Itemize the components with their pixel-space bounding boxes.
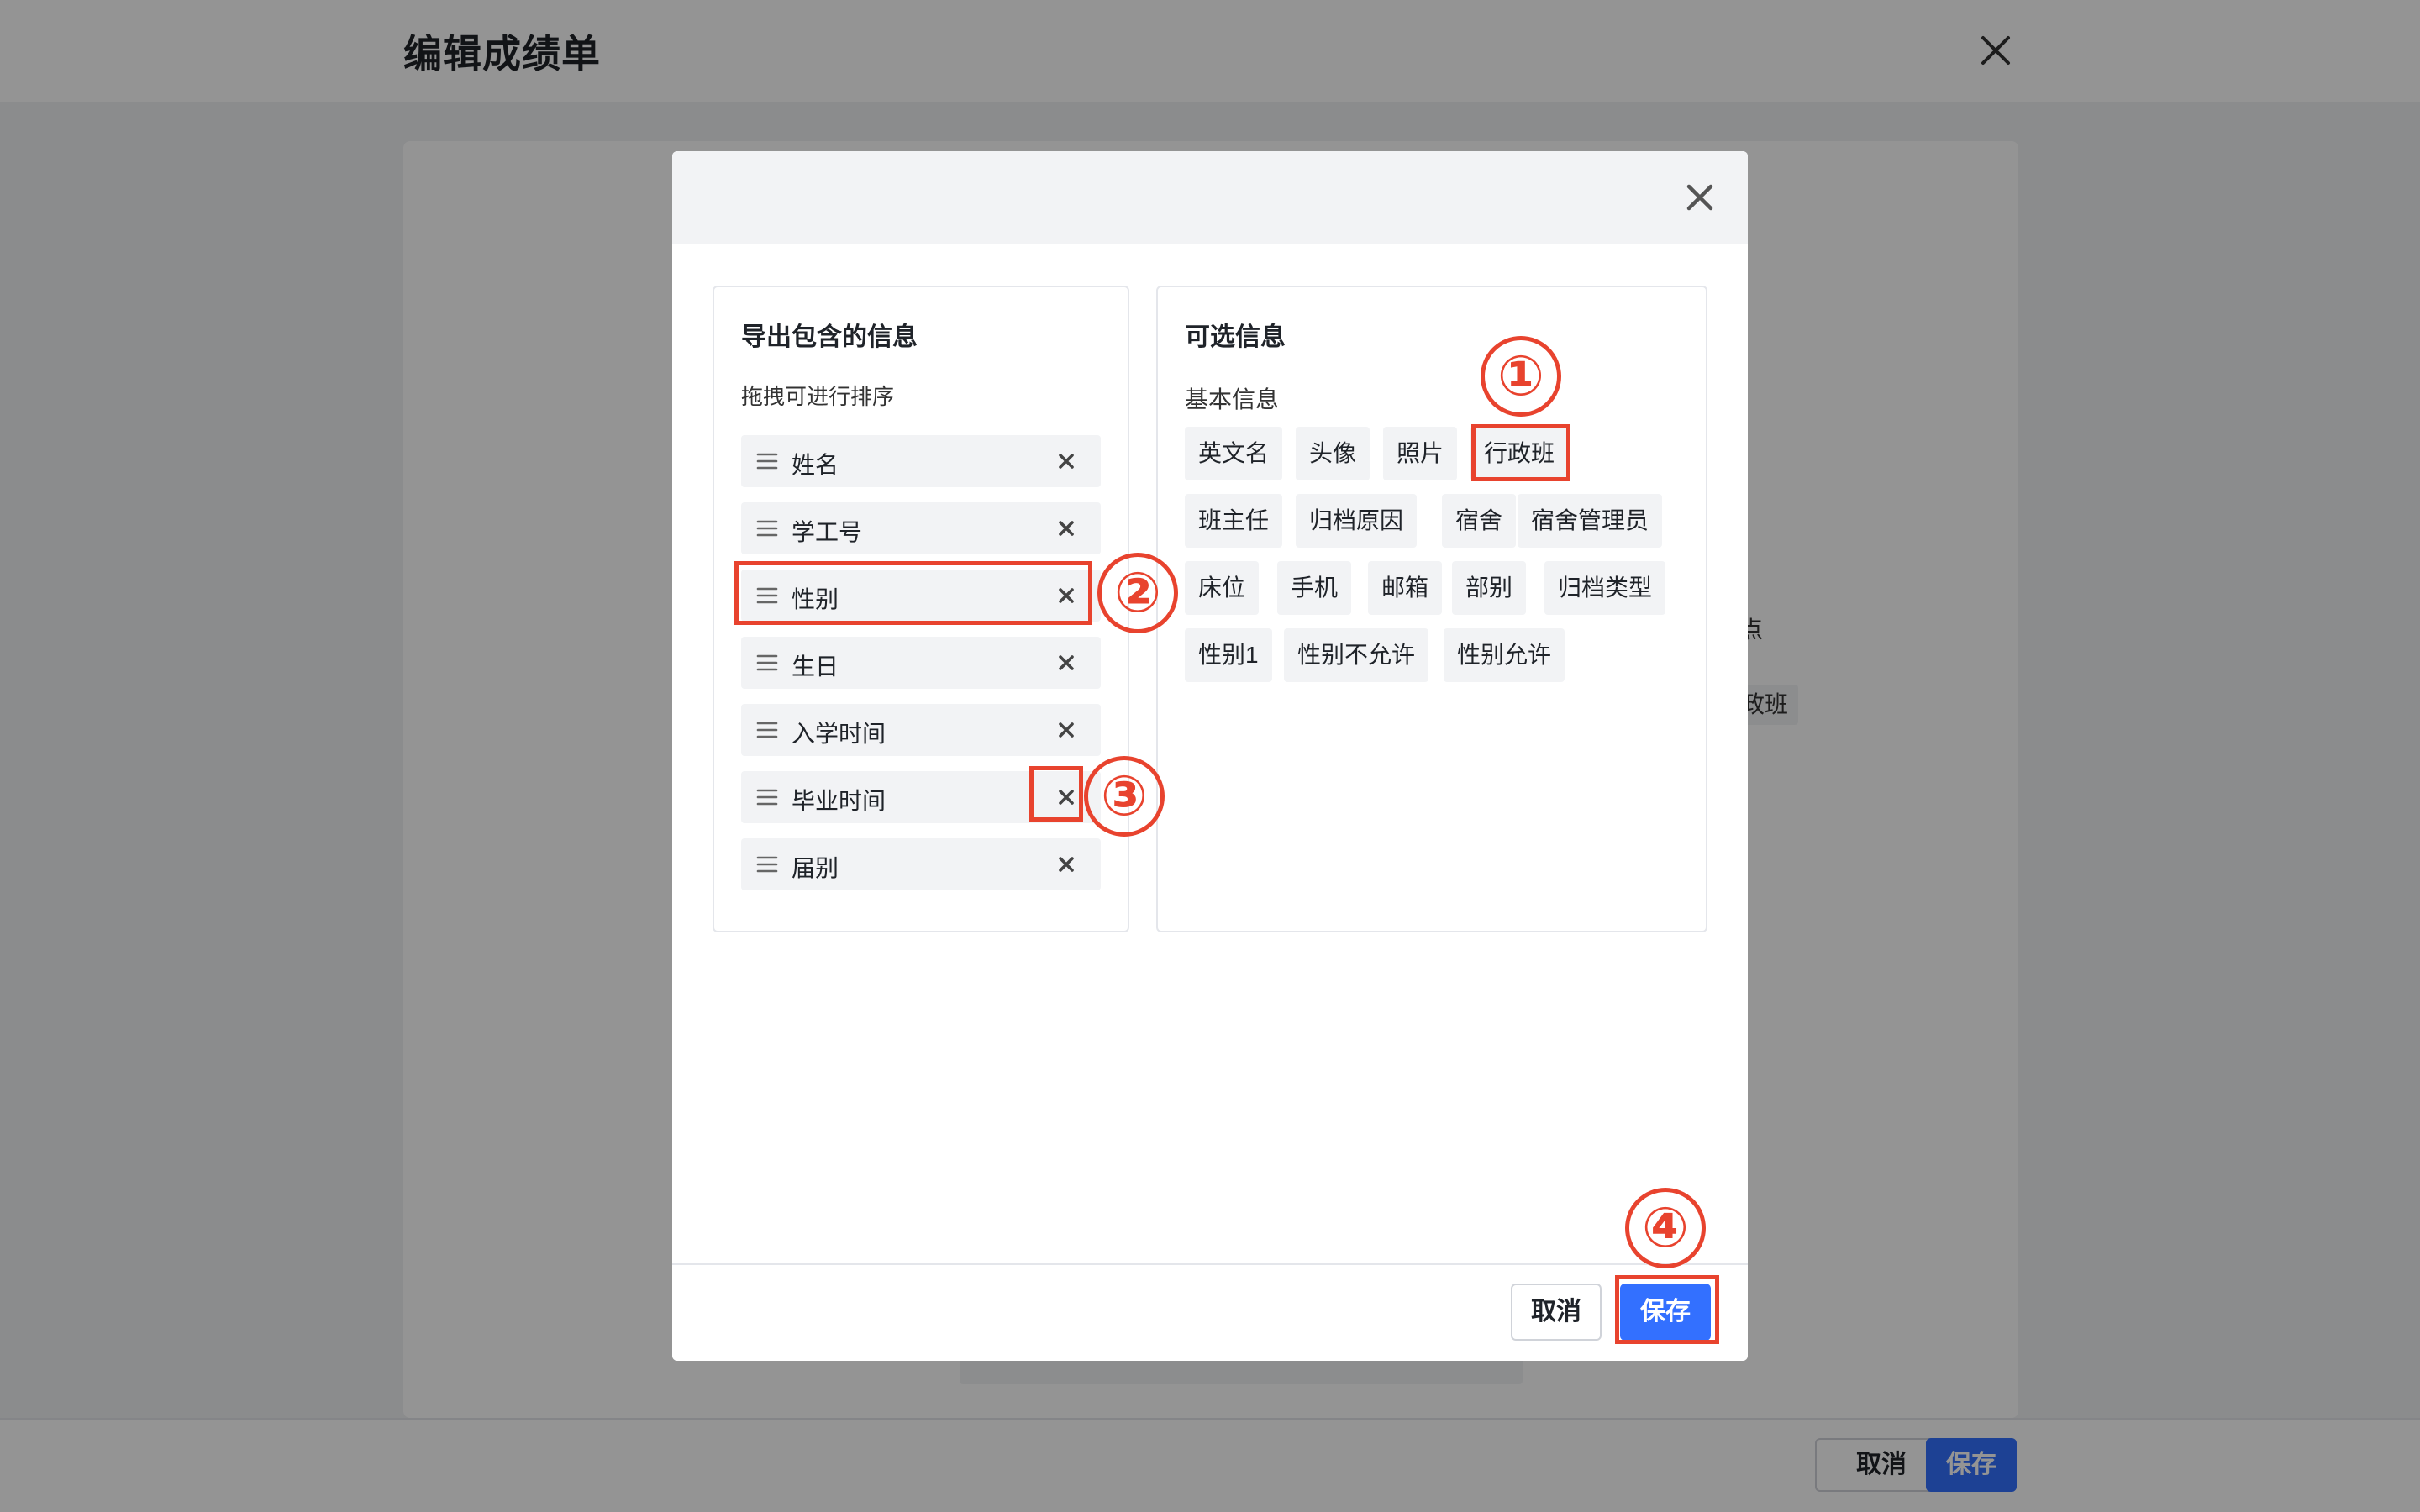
- annotation-number: ②: [1097, 553, 1178, 633]
- field-row[interactable]: 入学时间: [741, 704, 1101, 756]
- field-label: 届别: [792, 855, 839, 881]
- optional-field-tag[interactable]: 头像: [1296, 427, 1370, 480]
- modal-header: [672, 151, 1748, 244]
- annotation-number: ④: [1625, 1188, 1706, 1268]
- drag-handle-icon[interactable]: [756, 721, 778, 739]
- optional-field-tag[interactable]: 性别1: [1185, 628, 1272, 682]
- drag-handle-icon[interactable]: [756, 519, 778, 538]
- optional-field-tag[interactable]: 班主任: [1185, 494, 1283, 548]
- optional-field-tag[interactable]: 性别不允许: [1284, 628, 1429, 682]
- panel-title: 导出包含的信息: [741, 323, 918, 351]
- field-label: 生日: [792, 654, 839, 680]
- field-row[interactable]: 姓名: [741, 435, 1101, 487]
- drag-handle-icon[interactable]: [756, 452, 778, 470]
- optional-field-tag[interactable]: 部别: [1452, 561, 1527, 615]
- field-label: 毕业时间: [792, 788, 886, 814]
- annotation-number: ③: [1084, 756, 1165, 837]
- annotation-box: [734, 561, 1092, 625]
- remove-icon[interactable]: [1050, 848, 1082, 880]
- drag-handle-icon[interactable]: [756, 788, 778, 806]
- optional-field-tag[interactable]: 手机: [1277, 561, 1352, 615]
- remove-icon[interactable]: [1050, 647, 1082, 679]
- remove-icon[interactable]: [1050, 512, 1082, 544]
- close-icon[interactable]: [1681, 178, 1719, 217]
- drag-handle-icon[interactable]: [756, 654, 778, 672]
- annotation-number: ①: [1481, 336, 1561, 417]
- optional-field-tag[interactable]: 床位: [1185, 561, 1260, 615]
- optional-field-tag[interactable]: 宿舍管理员: [1518, 494, 1663, 548]
- field-label: 入学时间: [792, 721, 886, 747]
- optional-field-tag[interactable]: 归档原因: [1296, 494, 1418, 548]
- optional-field-tag[interactable]: 宿舍: [1442, 494, 1517, 548]
- field-row[interactable]: 届别: [741, 838, 1101, 890]
- optional-field-tag[interactable]: 英文名: [1185, 427, 1283, 480]
- panel-title: 可选信息: [1185, 323, 1286, 351]
- annotation-box: [1471, 424, 1570, 481]
- drag-handle-icon[interactable]: [756, 855, 778, 874]
- annotation-box: [1029, 766, 1083, 822]
- optional-field-tag[interactable]: 归档类型: [1544, 561, 1666, 615]
- panel-hint: 拖拽可进行排序: [741, 384, 895, 409]
- export-fields-modal: 导出包含的信息 拖拽可进行排序 姓名 学工号 性别 生日 入学时间 毕业时间 届别 可选信息…: [672, 151, 1748, 1361]
- field-row[interactable]: 生日: [741, 637, 1101, 689]
- field-row[interactable]: 学工号: [741, 502, 1101, 554]
- optional-fields-panel: 可选信息 基本信息 英文名 头像 照片 行政班 班主任 归档原因 宿舍 宿舍管理员 床位 手机 邮箱…: [1156, 286, 1707, 932]
- cancel-button[interactable]: 取消: [1511, 1284, 1602, 1341]
- optional-field-tag[interactable]: 照片: [1383, 427, 1458, 480]
- optional-field-tag[interactable]: 性别允许: [1444, 628, 1565, 682]
- annotation-box: [1615, 1275, 1719, 1344]
- optional-field-tag[interactable]: 邮箱: [1368, 561, 1443, 615]
- group-label: 基本信息: [1185, 386, 1280, 412]
- remove-icon[interactable]: [1050, 714, 1082, 746]
- remove-icon[interactable]: [1050, 445, 1082, 477]
- field-label: 姓名: [792, 452, 839, 478]
- field-label: 学工号: [792, 519, 863, 545]
